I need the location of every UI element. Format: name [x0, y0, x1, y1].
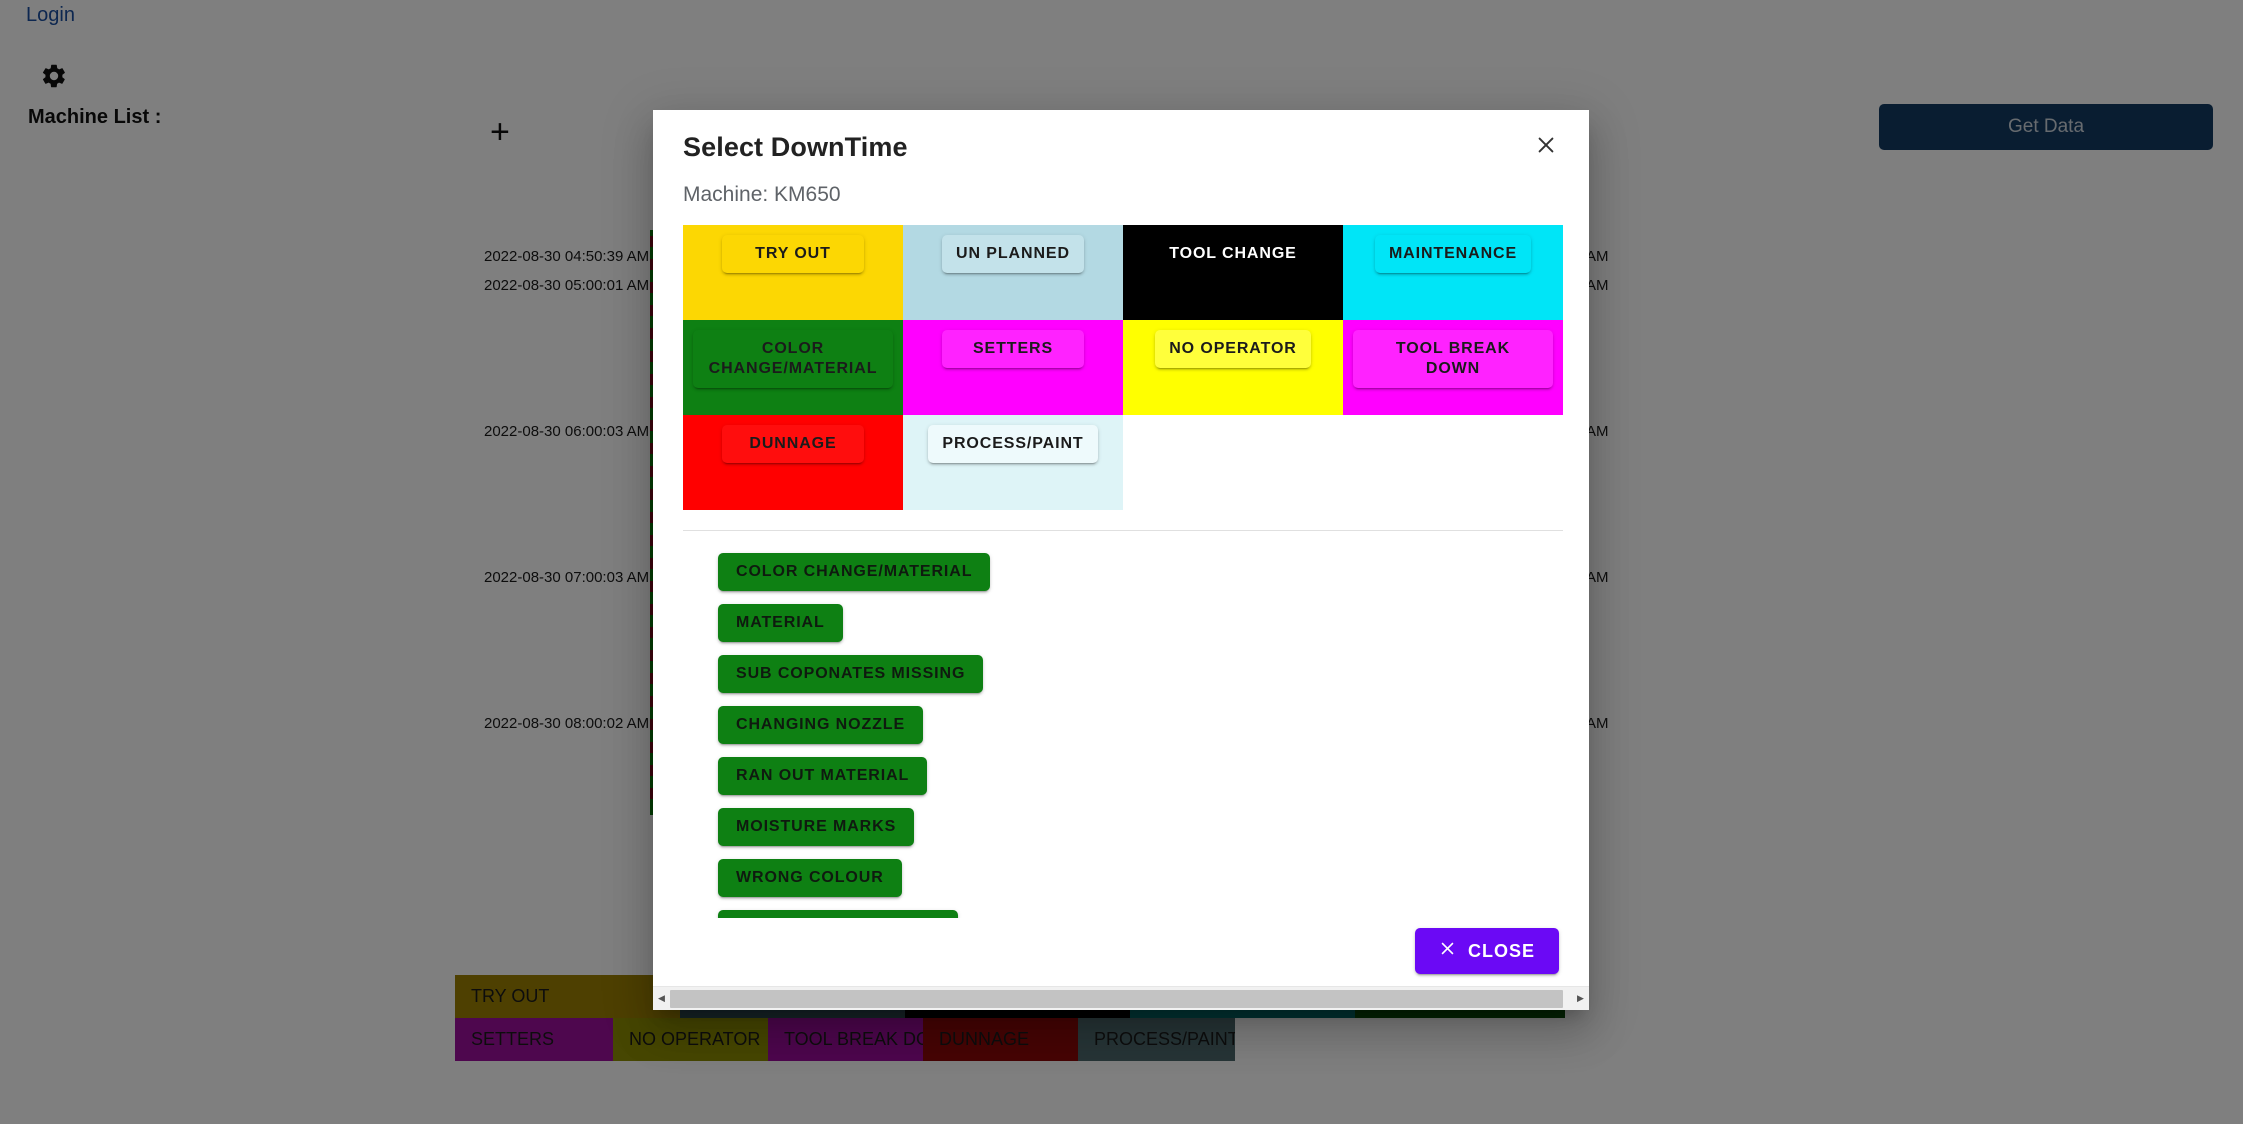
close-button[interactable]: CLOSE	[1414, 928, 1559, 974]
downtime-suboption-button[interactable]: MATERIAL	[718, 604, 843, 642]
downtime-suboption-list: COLOR CHANGE/MATERIAL MATERIAL SUB COPONAT…	[683, 553, 1559, 918]
downtime-suboption-button[interactable]: MOISTURE MARKS	[718, 808, 915, 846]
downtime-category-button[interactable]: TOOL CHANGE	[1155, 235, 1311, 273]
downtime-category-button[interactable]: TRY OUT	[722, 235, 864, 273]
downtime-category-cell-empty	[1343, 415, 1563, 510]
downtime-category-cell[interactable]: TOOL BREAK DOWN	[1343, 320, 1563, 415]
downtime-category-button[interactable]: SETTERS	[942, 330, 1084, 368]
dialog-footer: CLOSE	[653, 918, 1589, 974]
dialog-horizontal-scrollbar[interactable]: ◀ ▶	[653, 986, 1589, 1010]
page-root: Login Machine List : + Get Data 2022-08-…	[0, 0, 2243, 1124]
downtime-category-button[interactable]: TOOL BREAK DOWN	[1353, 330, 1553, 388]
downtime-suboption-button[interactable]: WRONG COLOUR	[718, 859, 902, 897]
downtime-category-cell-empty	[1123, 415, 1343, 510]
downtime-category-button[interactable]: DUNNAGE	[722, 425, 864, 463]
downtime-category-button[interactable]: UN PLANNED	[942, 235, 1084, 273]
downtime-category-button[interactable]: MAINTENANCE	[1374, 235, 1532, 273]
scroll-right-arrow[interactable]: ▶	[1572, 987, 1589, 1010]
downtime-category-cell[interactable]: TRY OUT	[683, 225, 903, 320]
downtime-category-button[interactable]: COLOR CHANGE/MATERIAL	[693, 330, 893, 388]
downtime-category-grid: TRY OUT UN PLANNED TOOL CHANGE MAINTENANCE C…	[683, 225, 1563, 510]
downtime-category-cell[interactable]: MAINTENANCE	[1343, 225, 1563, 320]
downtime-category-button[interactable]: PROCESS/PAINT	[928, 425, 1098, 463]
machine-name-label: Machine: KM650	[683, 183, 841, 206]
scrollbar-track[interactable]	[670, 987, 1572, 1010]
dialog-body: TRY OUT UN PLANNED TOOL CHANGE MAINTENANCE C…	[653, 207, 1589, 918]
close-icon	[1439, 940, 1456, 963]
downtime-category-cell[interactable]: SETTERS	[903, 320, 1123, 415]
select-downtime-dialog: Select DownTime Machine: KM650 TRY OUT UN…	[653, 110, 1589, 1010]
downtime-category-cell[interactable]: NO OPERATOR	[1123, 320, 1343, 415]
downtime-category-cell[interactable]: PROCESS/PAINT	[903, 415, 1123, 510]
close-button-label: CLOSE	[1467, 940, 1535, 961]
dialog-header: Select DownTime	[653, 110, 1589, 163]
dialog-title: Select DownTime	[683, 132, 908, 162]
downtime-suboption-button[interactable]: COLOR CHANGE/MATERIAL	[718, 553, 991, 591]
close-icon[interactable]	[1527, 126, 1565, 164]
downtime-category-cell[interactable]: COLOR CHANGE/MATERIAL	[683, 320, 903, 415]
scroll-left-arrow[interactable]: ◀	[653, 987, 670, 1010]
downtime-category-cell[interactable]: TOOL CHANGE	[1123, 225, 1343, 320]
section-divider	[683, 530, 1563, 531]
downtime-suboption-button[interactable]: SUB COPONATES MISSING	[718, 655, 984, 693]
downtime-suboption-button[interactable]: NO MATERIAL/PIGMENT	[718, 910, 959, 918]
downtime-category-cell[interactable]: UN PLANNED	[903, 225, 1123, 320]
downtime-category-cell[interactable]: DUNNAGE	[683, 415, 903, 510]
scrollbar-thumb[interactable]	[670, 989, 1563, 1008]
downtime-category-button[interactable]: NO OPERATOR	[1155, 330, 1311, 368]
downtime-suboption-button[interactable]: CHANGING NOZZLE	[718, 706, 924, 744]
downtime-suboption-button[interactable]: RAN OUT MATERIAL	[718, 757, 928, 795]
